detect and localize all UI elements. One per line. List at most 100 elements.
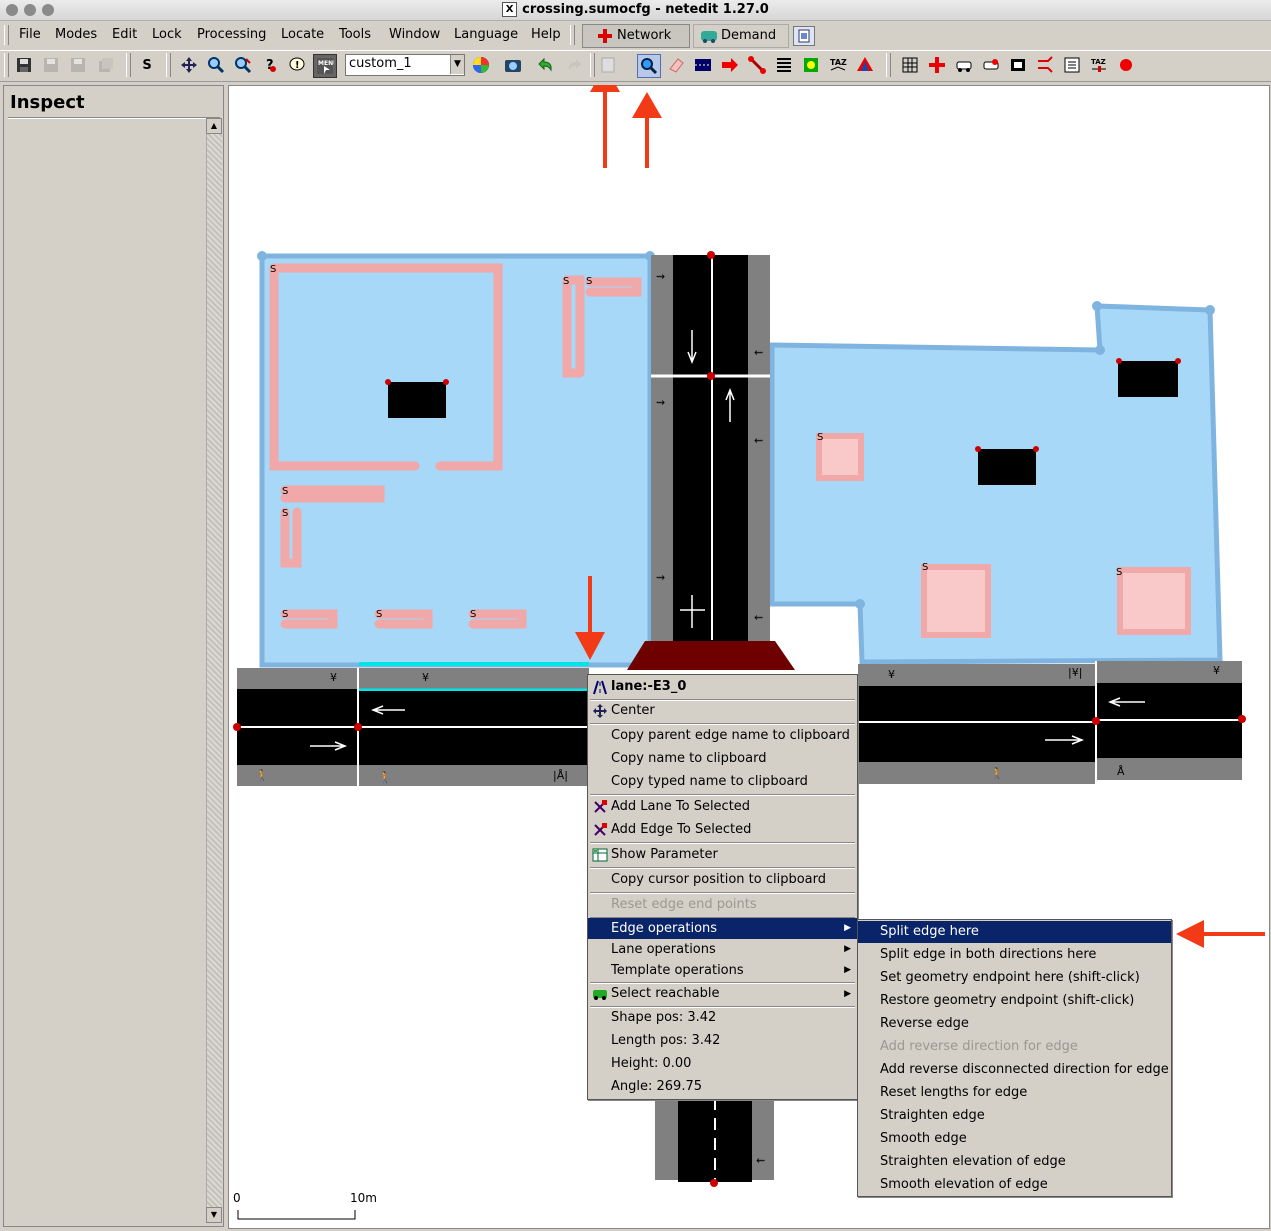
edge-operations-item[interactable]: Edge operations ▶: [588, 918, 857, 939]
straighten-edge-item[interactable]: Straighten edge: [858, 1105, 1171, 1127]
red-cross-icon: [929, 57, 945, 73]
save-all-button[interactable]: [95, 54, 117, 76]
show-parameter-item[interactable]: Show Parameter: [588, 844, 857, 866]
template-operations-item[interactable]: Template operations ▶: [588, 960, 857, 981]
parking-label: S: [282, 486, 288, 497]
toggle-grid-button[interactable]: [899, 54, 921, 76]
menu-modes[interactable]: Modes: [55, 27, 97, 42]
network-mode-list-button[interactable]: [597, 54, 619, 76]
polygon-shape-icon: [857, 57, 873, 71]
recenter-view-button[interactable]: [178, 54, 200, 76]
toolbar-grip[interactable]: [4, 53, 9, 77]
smooth-elevation-item[interactable]: Smooth elevation of edge: [858, 1174, 1171, 1196]
save-additionals-button[interactable]: [40, 54, 62, 76]
shape-mode-button[interactable]: [854, 54, 876, 76]
undo-button[interactable]: [535, 54, 557, 76]
eraser-icon: [669, 58, 684, 73]
add-reverse-disconnected-item[interactable]: Add reverse disconnected direction for e…: [858, 1059, 1171, 1081]
split-edge-both-directions-item[interactable]: Split edge in both directions here: [858, 944, 1171, 966]
screenshot-button[interactable]: [502, 54, 524, 76]
inspector-separator: [8, 117, 220, 119]
menu-shortcut-button[interactable]: MENU: [313, 54, 337, 78]
set-geometry-endpoint-item[interactable]: Set geometry endpoint here (shift-click): [858, 967, 1171, 989]
locate-edge-button[interactable]: [232, 54, 254, 76]
title-bar: Xcrossing.sumocfg - netedit 1.27.0: [0, 0, 1271, 21]
create-edge-mode-button[interactable]: [719, 54, 741, 76]
inspect-mode-button[interactable]: [637, 54, 661, 78]
edit-coloring-button[interactable]: [470, 54, 492, 76]
copy-cursor-position-item[interactable]: Copy cursor position to clipboard: [588, 869, 857, 891]
floppy-icon: [17, 58, 31, 72]
taz-slider-icon: TAZ: [1091, 58, 1106, 72]
redo-button[interactable]: [563, 54, 585, 76]
center-arrows-icon: [593, 704, 607, 718]
copy-parent-edge-item[interactable]: Copy parent edge name to clipboard: [588, 725, 857, 747]
save-demand-button[interactable]: [67, 54, 89, 76]
add-lane-to-selected-item[interactable]: Add Lane To Selected: [588, 796, 857, 818]
scroll-down-icon[interactable]: ▼: [206, 1207, 222, 1223]
taz-mode-button[interactable]: TAZ: [827, 54, 849, 76]
menubar-grip[interactable]: [4, 25, 9, 45]
vehicle-red-toggle-button[interactable]: [980, 54, 1002, 76]
traffic-light-mode-button[interactable]: [800, 54, 822, 76]
locate-junction-button[interactable]: [205, 54, 227, 76]
move-mode-button[interactable]: [746, 54, 768, 76]
spread-bidi-button[interactable]: [1034, 54, 1056, 76]
center-item[interactable]: Center: [588, 700, 857, 722]
reset-edge-end-points-item: Reset edge end points: [611, 897, 757, 912]
menu-file[interactable]: File: [19, 27, 41, 42]
demand-supermode-button[interactable]: Demand: [693, 24, 789, 48]
svg-text:¥: ¥: [1213, 664, 1220, 677]
add-reverse-direction-item: Add reverse direction for edge: [880, 1039, 1078, 1054]
record-button[interactable]: [1115, 54, 1137, 76]
auto-select-button[interactable]: [1007, 54, 1029, 76]
save-network-button[interactable]: [13, 54, 35, 76]
show-info-button[interactable]: !: [286, 54, 308, 76]
restore-geometry-endpoint-item[interactable]: Restore geometry endpoint (shift-click): [858, 990, 1171, 1012]
menu-edit[interactable]: Edit: [112, 27, 137, 42]
copy-name-item[interactable]: Copy name to clipboard: [588, 748, 857, 770]
copy-typed-name-item[interactable]: Copy typed name to clipboard: [588, 771, 857, 793]
menu-processing[interactable]: Processing: [197, 27, 266, 42]
network-supermode-button[interactable]: Network: [582, 24, 690, 48]
straighten-elevation-item[interactable]: Straighten elevation of edge: [858, 1151, 1171, 1173]
add-edge-to-selected-item[interactable]: Add Edge To Selected: [588, 819, 857, 841]
submenu-arrow-icon: ▶: [844, 989, 851, 999]
vehicle-toggle-button[interactable]: [953, 54, 975, 76]
height-info: Height: 0.00: [611, 1056, 692, 1071]
toolbar-sep: [590, 53, 595, 77]
save-s-button[interactable]: S: [136, 54, 158, 76]
floppy-stack-icon: [99, 58, 113, 72]
elevation-list-button[interactable]: [1061, 54, 1083, 76]
connection-mode-button[interactable]: [773, 54, 795, 76]
grid-icon: [902, 57, 918, 73]
reverse-edge-item[interactable]: Reverse edge: [858, 1013, 1171, 1035]
parking-label: S: [586, 276, 592, 287]
length-pos-info: Length pos: 3.42: [611, 1033, 721, 1048]
menu-window[interactable]: Window: [389, 27, 440, 42]
select-mode-button[interactable]: [692, 54, 714, 76]
reset-lengths-item[interactable]: Reset lengths for edge: [858, 1082, 1171, 1104]
supermode-grip[interactable]: [570, 25, 575, 45]
lane-operations-item[interactable]: Lane operations ▶: [588, 939, 857, 960]
inspector-scrollbar[interactable]: [206, 118, 222, 1223]
parking-label: S: [470, 609, 476, 620]
menu-tools[interactable]: Tools: [339, 27, 371, 42]
select-reachable-item[interactable]: Select reachable ▶: [588, 983, 857, 1005]
menu-language[interactable]: Language: [454, 27, 518, 42]
lane-icon: [593, 680, 607, 695]
delete-mode-button[interactable]: [665, 54, 687, 76]
taz-edges-button[interactable]: TAZ: [1088, 54, 1110, 76]
scroll-up-icon[interactable]: ▲: [206, 118, 222, 134]
menu-lock[interactable]: Lock: [152, 27, 182, 42]
svg-text:¥: ¥: [422, 671, 429, 684]
menu-help[interactable]: Help: [531, 27, 561, 42]
locate-vehicle-button[interactable]: ?: [259, 54, 281, 76]
data-supermode-button[interactable]: [793, 26, 815, 46]
junction-shape-button[interactable]: [926, 54, 948, 76]
smooth-edge-item[interactable]: Smooth edge: [858, 1128, 1171, 1150]
split-edge-here-item[interactable]: Split edge here: [858, 921, 1171, 943]
scale-end: 10m: [350, 1191, 377, 1205]
menu-locate[interactable]: Locate: [281, 27, 324, 42]
combo-arrow-icon[interactable]: ▼: [450, 55, 464, 74]
